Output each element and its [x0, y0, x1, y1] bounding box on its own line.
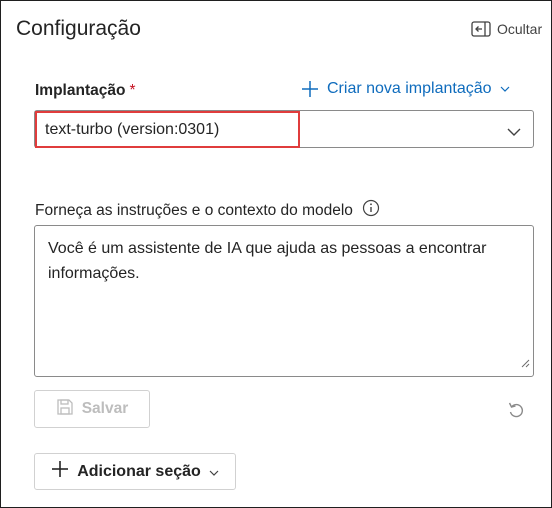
configuration-panel: Configuração Ocultar Implantação * Criar …	[0, 0, 552, 508]
info-icon[interactable]	[362, 199, 380, 222]
add-section-label: Adicionar seção	[77, 462, 201, 480]
chevron-down-icon	[500, 86, 510, 92]
panel-title: Configuração	[16, 17, 141, 40]
system-message-text: Você é um assistente de IA que ajuda as …	[48, 240, 487, 282]
instructions-label-text: Forneça as instruções e o contexto do mo…	[35, 201, 353, 219]
create-deployment-label: Criar nova implantação	[327, 80, 492, 97]
system-message-textarea[interactable]: Você é um assistente de IA que ajuda as …	[34, 225, 534, 377]
chevron-down-icon	[507, 124, 521, 142]
hide-label: Ocultar	[497, 21, 543, 37]
save-label: Salvar	[81, 400, 129, 417]
save-button[interactable]: Salvar	[34, 390, 150, 428]
hide-button[interactable]: Ocultar	[471, 21, 542, 37]
deployment-label-text: Implantação	[35, 82, 126, 99]
chevron-down-icon	[209, 463, 219, 481]
reset-icon[interactable]	[506, 400, 526, 425]
deployment-dropdown[interactable]: text-turbo (version:0301)	[34, 110, 534, 148]
plus-icon	[51, 460, 69, 483]
add-section-button[interactable]: Adicionar seção	[34, 453, 236, 490]
required-marker: *	[129, 82, 136, 99]
deployment-label: Implantação *	[35, 82, 136, 100]
plus-icon	[301, 80, 319, 98]
instructions-label: Forneça as instruções e o contexto do mo…	[35, 199, 380, 222]
collapse-panel-icon	[471, 21, 491, 37]
resize-handle-icon[interactable]	[520, 355, 530, 373]
save-icon	[56, 398, 74, 421]
create-deployment-link[interactable]: Criar nova implantação	[301, 80, 510, 98]
deployment-selected-value: text-turbo (version:0301)	[45, 121, 220, 138]
